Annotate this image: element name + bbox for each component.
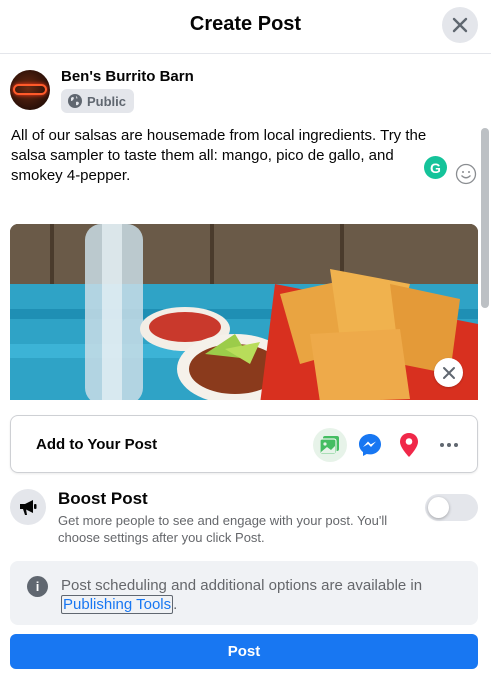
attached-photo (10, 224, 478, 400)
grammarly-icon[interactable]: G (424, 156, 447, 179)
scrollbar[interactable] (481, 128, 489, 308)
add-to-post-label: Add to Your Post (36, 436, 158, 453)
post-button[interactable]: Post (10, 634, 478, 669)
info-suffix: . (173, 596, 178, 613)
photo-video-button[interactable] (313, 428, 347, 462)
info-text: Post scheduling and additional options a… (61, 577, 423, 594)
avatar-neon-sign (13, 84, 47, 95)
author-name: Ben's Burrito Barn (61, 68, 194, 85)
privacy-selector[interactable]: Public (61, 89, 135, 113)
close-icon (442, 366, 455, 379)
boost-description: Get more people to see and engage with y… (58, 513, 388, 545)
megaphone-icon (20, 500, 37, 515)
close-icon (452, 17, 468, 33)
smiley-icon[interactable] (455, 163, 477, 185)
globe-icon (68, 94, 82, 108)
messenger-icon (359, 434, 381, 456)
publishing-tools-link[interactable]: Publishing Tools (61, 595, 174, 614)
close-button[interactable] (442, 7, 478, 43)
post-text-input[interactable]: All of our salsas are housemade from loc… (11, 126, 431, 186)
boost-title: Boost Post (58, 489, 148, 508)
avatar (10, 70, 50, 110)
remove-photo-button[interactable] (434, 358, 463, 387)
privacy-label: Public (87, 93, 127, 109)
dialog-title: Create Post (189, 13, 302, 35)
dialog-header: Create Post (0, 0, 491, 54)
more-icon (440, 443, 458, 447)
boost-toggle[interactable] (425, 494, 478, 521)
publishing-info-box: i Post scheduling and additional options… (10, 561, 478, 625)
toggle-knob (428, 497, 449, 518)
add-to-post-bar: Add to Your Post (10, 415, 478, 473)
publishing-info-text: Post scheduling and additional options a… (61, 576, 461, 614)
messenger-button[interactable] (353, 428, 387, 462)
boost-icon (10, 489, 46, 525)
composer: All of our salsas are housemade from loc… (0, 118, 491, 400)
more-options-button[interactable] (432, 428, 466, 462)
info-icon: i (27, 576, 48, 597)
location-pin-icon (400, 433, 418, 457)
location-button[interactable] (392, 428, 426, 462)
photo-video-icon (319, 436, 339, 455)
